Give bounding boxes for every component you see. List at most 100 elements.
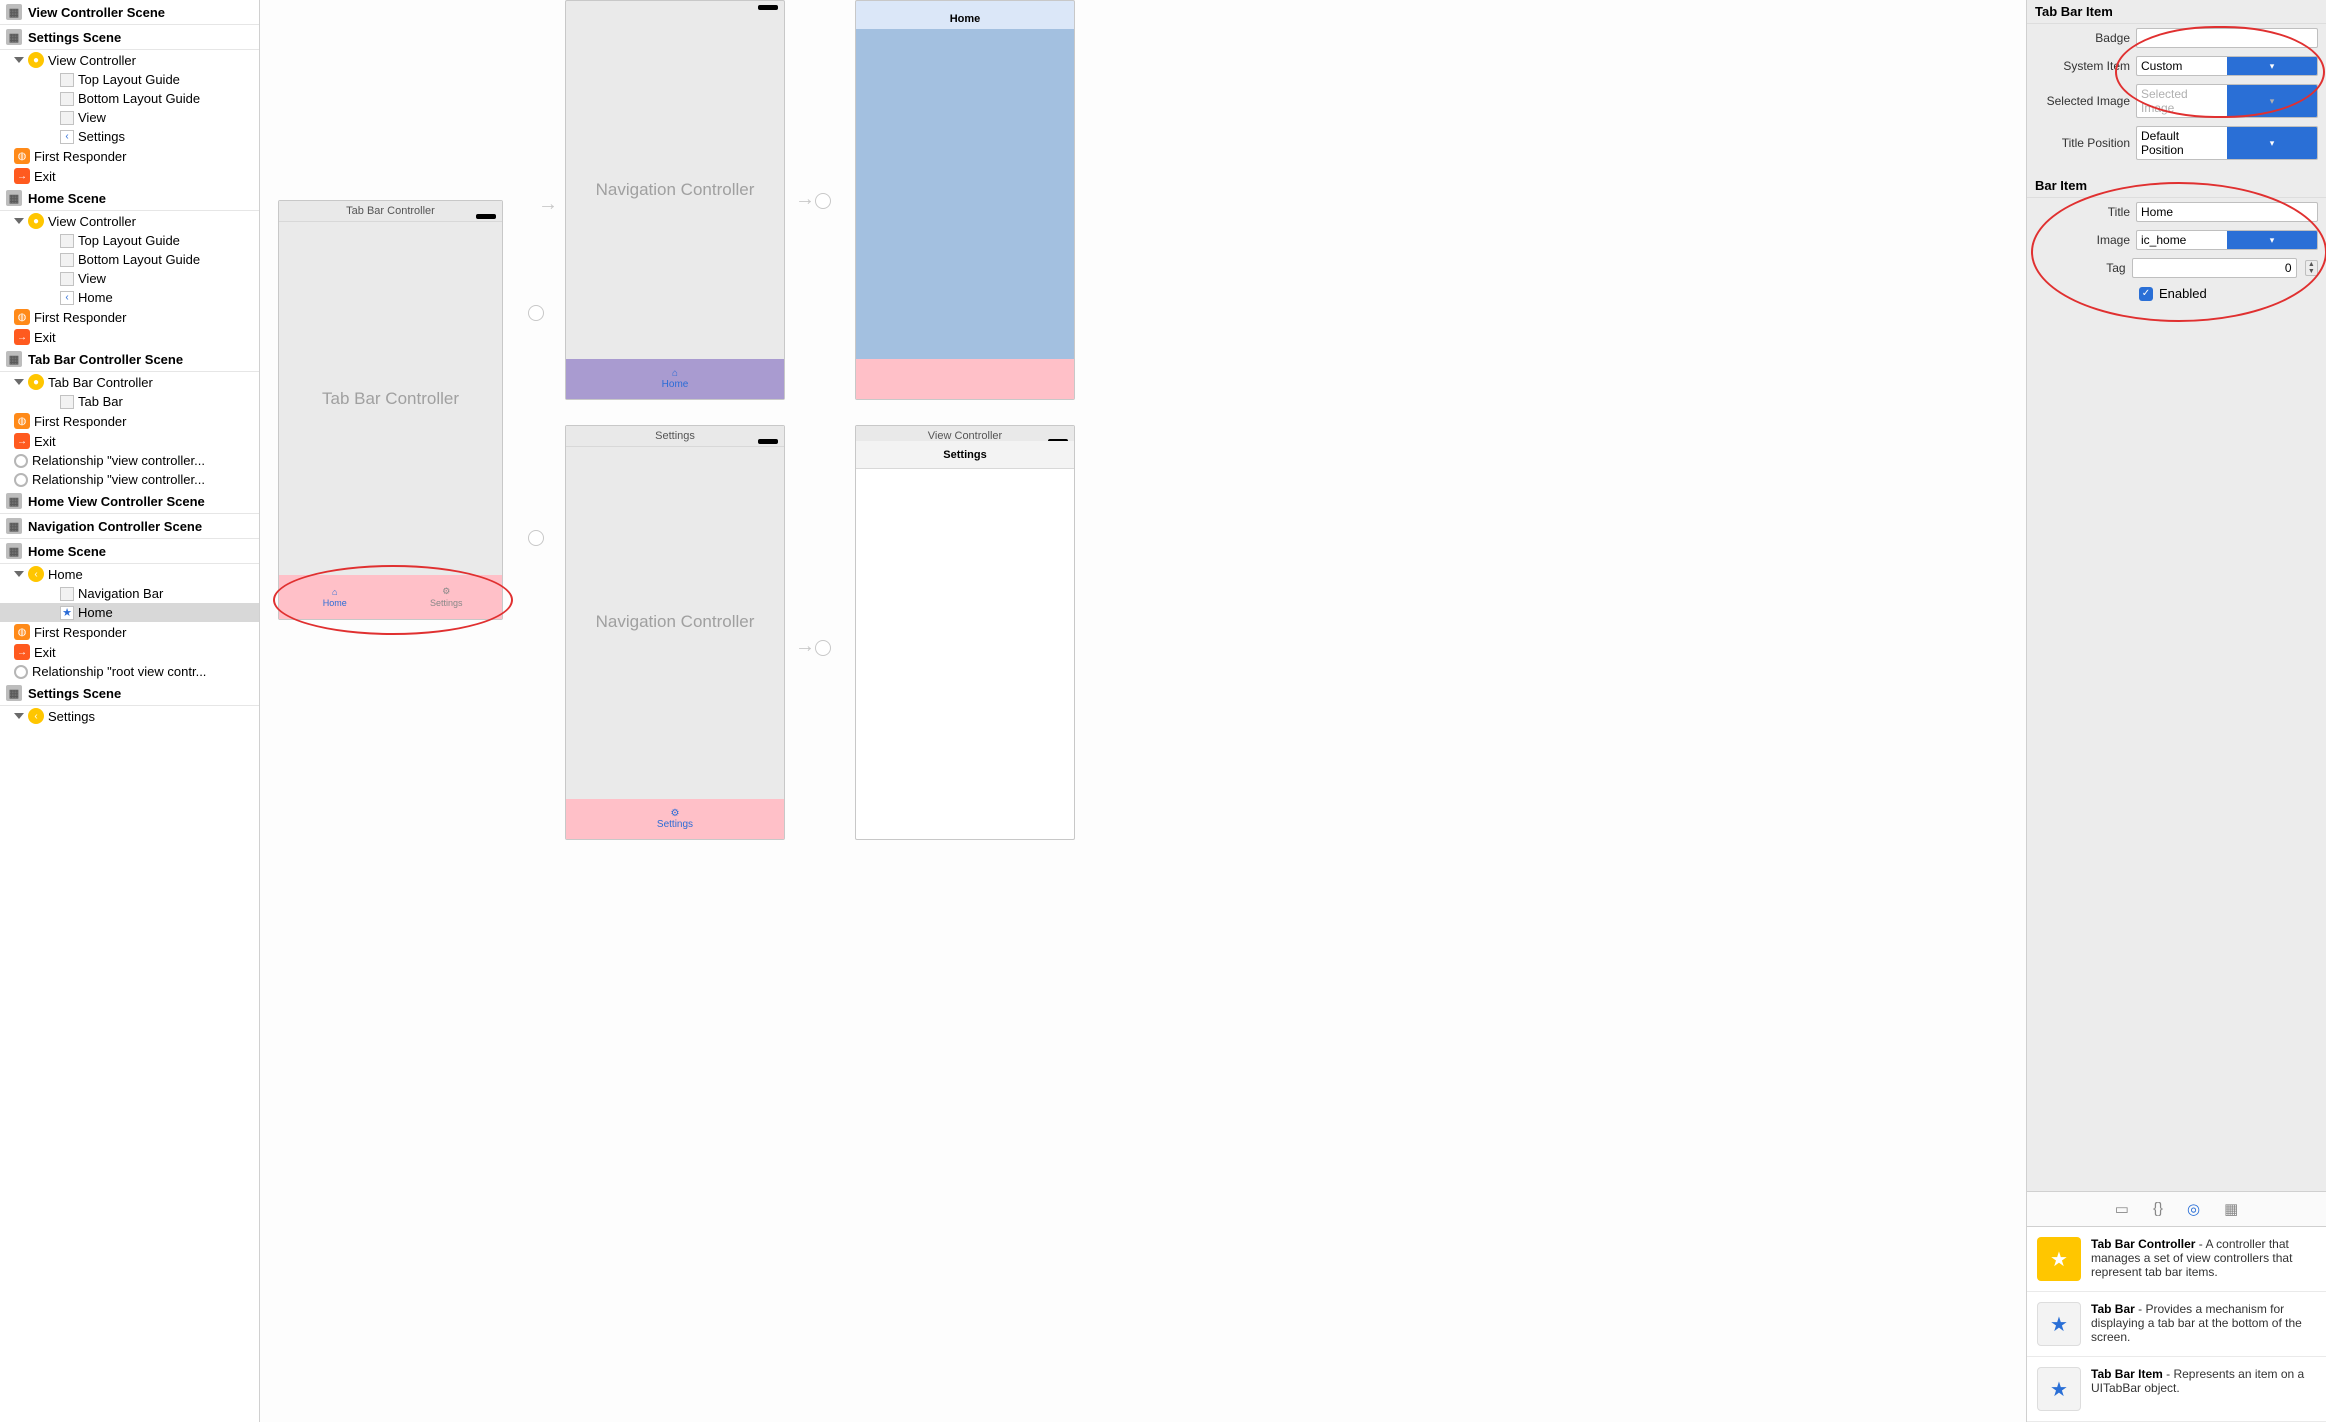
code-snippet-tab-icon[interactable]: {}: [2153, 1200, 2163, 1218]
outline-item-first-responder[interactable]: ◍First Responder: [0, 411, 259, 431]
gear-icon: ⚙: [671, 808, 680, 819]
outline-label: View Controller: [48, 214, 136, 229]
scene-home-vc[interactable]: Home: [855, 0, 1075, 400]
object-library-list[interactable]: ★ Tab Bar Controller - A controller that…: [2027, 1227, 2326, 1422]
outline-item[interactable]: Bottom Layout Guide: [0, 250, 259, 269]
outline-item-exit[interactable]: →Exit: [0, 431, 259, 451]
stepper-up-icon[interactable]: ▲: [2306, 261, 2317, 268]
tab-bar-proxy: ⚙ Settings: [566, 799, 784, 839]
outline-label: Exit: [34, 330, 56, 345]
storyboard-canvas[interactable]: Tab Bar Controller Tab Bar Controller ⌂ …: [260, 0, 2026, 1422]
scene-titlebar: Tab Bar Controller: [279, 201, 502, 222]
segue-icon: [14, 665, 28, 679]
attributes-inspector: Tab Bar Item Badge System Item Custom▾ S…: [2026, 0, 2326, 1422]
layout-guide-icon: [60, 92, 74, 106]
outline-item-view-controller[interactable]: ● View Controller: [0, 50, 259, 70]
media-library-tab-icon[interactable]: ▦: [2224, 1200, 2238, 1218]
document-outline[interactable]: View Controller Scene Settings Scene ● V…: [0, 0, 260, 1422]
disclosure-icon[interactable]: [14, 218, 24, 224]
enabled-checkbox[interactable]: ✓: [2139, 287, 2153, 301]
badge-input[interactable]: [2136, 28, 2318, 48]
star-icon: ★: [60, 606, 74, 620]
selected-image-select[interactable]: Selected Image▾: [2136, 84, 2318, 118]
tag-input[interactable]: [2132, 258, 2297, 278]
scene-header[interactable]: Navigation Controller Scene: [0, 514, 259, 539]
scene-settings-vc[interactable]: View Controller Settings: [855, 425, 1075, 840]
outline-item-home-tabbaritem[interactable]: ★Home: [0, 603, 259, 622]
disclosure-icon[interactable]: [14, 379, 24, 385]
outline-item[interactable]: View: [0, 269, 259, 288]
outline-item-home-nav[interactable]: ‹ Home: [0, 564, 259, 584]
scene-header[interactable]: Home Scene: [0, 539, 259, 564]
scene-icon: [6, 493, 22, 509]
scene-header[interactable]: View Controller Scene: [0, 0, 259, 25]
file-template-tab-icon[interactable]: ▭: [2115, 1200, 2129, 1218]
nav-title: Settings: [943, 449, 986, 461]
outline-item[interactable]: Tab Bar: [0, 392, 259, 411]
outline-item-relationship[interactable]: Relationship "root view contr...: [0, 662, 259, 681]
tab-label: Home: [662, 379, 689, 390]
outline-item-relationship[interactable]: Relationship "view controller...: [0, 470, 259, 489]
scene-header[interactable]: Settings Scene: [0, 25, 259, 50]
outline-item-settings-nav[interactable]: ‹ Settings: [0, 706, 259, 726]
view-body: [856, 29, 1074, 359]
outline-item[interactable]: View: [0, 108, 259, 127]
tabbar-item-icon: ★: [2037, 1367, 2081, 1411]
segue-anchor-icon[interactable]: [815, 193, 831, 209]
tab-item-icon: ‹: [60, 291, 74, 305]
inspector-row-system-item: System Item Custom▾: [2027, 52, 2326, 80]
image-select[interactable]: ic_home▾: [2136, 230, 2318, 250]
scene-nav-controller-1[interactable]: Navigation Controller ⌂ Home: [565, 0, 785, 400]
title-position-select[interactable]: Default Position▾: [2136, 126, 2318, 160]
disclosure-icon[interactable]: [14, 713, 24, 719]
title-input[interactable]: [2136, 202, 2318, 222]
segue-anchor-icon[interactable]: [528, 305, 544, 321]
outline-item[interactable]: ‹ Home: [0, 288, 259, 307]
library-item[interactable]: ★ Tab Bar - Provides a mechanism for dis…: [2027, 1292, 2326, 1357]
outline-item[interactable]: ‹Settings: [0, 127, 259, 146]
layout-guide-icon: [60, 234, 74, 248]
scene-header[interactable]: Home View Controller Scene: [0, 489, 259, 514]
scene-header[interactable]: Settings Scene: [0, 681, 259, 706]
view-controller-icon: ‹: [28, 708, 44, 724]
disclosure-icon[interactable]: [14, 57, 24, 63]
object-library-tab-icon[interactable]: ◎: [2187, 1200, 2200, 1218]
scene-header[interactable]: Tab Bar Controller Scene: [0, 347, 259, 372]
outline-label: Home: [78, 290, 113, 305]
outline-item-view-controller[interactable]: ● View Controller: [0, 211, 259, 231]
outline-item-exit[interactable]: →Exit: [0, 166, 259, 186]
outline-item-relationship[interactable]: Relationship "view controller...: [0, 451, 259, 470]
disclosure-icon[interactable]: [14, 571, 24, 577]
checkbox-label: Enabled: [2159, 286, 2207, 301]
field-label: Tag: [2035, 261, 2126, 275]
scene-header[interactable]: Home Scene: [0, 186, 259, 211]
outline-item[interactable]: Top Layout Guide: [0, 231, 259, 250]
outline-item-tabbar-controller[interactable]: ● Tab Bar Controller: [0, 372, 259, 392]
library-item[interactable]: ★ Tab Bar Controller - A controller that…: [2027, 1227, 2326, 1292]
outline-item-first-responder[interactable]: ◍First Responder: [0, 146, 259, 166]
combo-value: Custom: [2137, 57, 2227, 75]
outline-item-exit[interactable]: →Exit: [0, 327, 259, 347]
scene-tabbar-controller[interactable]: Tab Bar Controller Tab Bar Controller ⌂ …: [278, 200, 503, 620]
scene-title: Settings Scene: [28, 686, 121, 701]
segue-anchor-icon[interactable]: [528, 530, 544, 546]
tabbar-icon: ★: [2037, 1302, 2081, 1346]
outline-label: Relationship "view controller...: [32, 453, 205, 468]
outline-label: Bottom Layout Guide: [78, 252, 200, 267]
field-label: Selected Image: [2035, 94, 2130, 108]
outline-item-first-responder[interactable]: ◍First Responder: [0, 307, 259, 327]
inspector-row-badge: Badge: [2027, 24, 2326, 52]
outline-item[interactable]: Top Layout Guide: [0, 70, 259, 89]
outline-item[interactable]: Navigation Bar: [0, 584, 259, 603]
system-item-select[interactable]: Custom▾: [2136, 56, 2318, 76]
stepper-down-icon[interactable]: ▼: [2306, 268, 2317, 275]
outline-item[interactable]: Bottom Layout Guide: [0, 89, 259, 108]
segue-anchor-icon[interactable]: [815, 640, 831, 656]
library-item[interactable]: ★ Tab Bar Item - Represents an item on a…: [2027, 1357, 2326, 1422]
outline-item-first-responder[interactable]: ◍First Responder: [0, 622, 259, 642]
tag-stepper[interactable]: ▲▼: [2305, 260, 2318, 276]
chevron-down-icon: ▾: [2227, 57, 2317, 75]
outline-item-exit[interactable]: →Exit: [0, 642, 259, 662]
scene-nav-controller-2[interactable]: Settings Navigation Controller ⚙ Setting…: [565, 425, 785, 840]
outline-label: Exit: [34, 434, 56, 449]
